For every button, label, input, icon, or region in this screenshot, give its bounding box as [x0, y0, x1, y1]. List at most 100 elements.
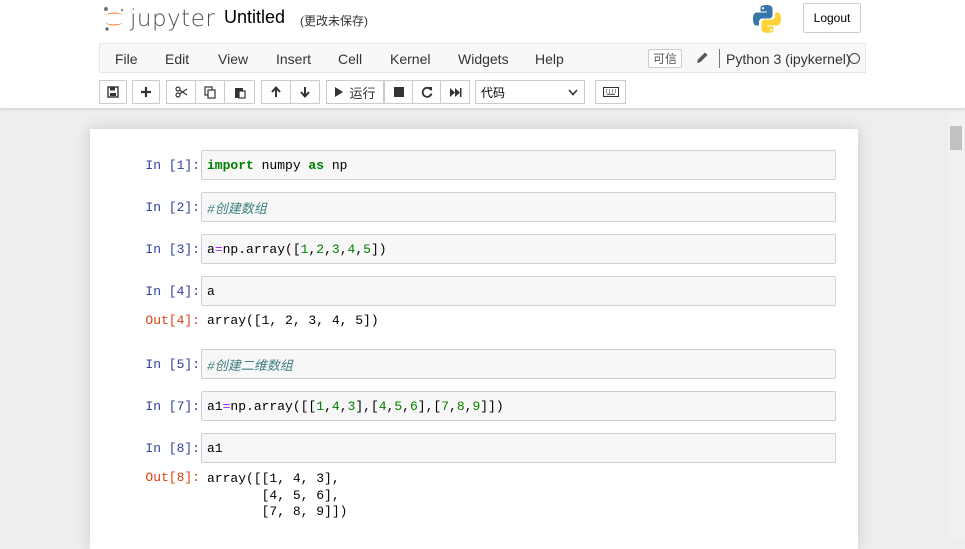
- move-down-button[interactable]: [290, 80, 320, 104]
- code-token: #创建数组: [207, 201, 267, 217]
- restart-run-all-button[interactable]: [440, 80, 470, 104]
- run-button[interactable]: 运行: [326, 80, 384, 104]
- code-token: a1: [207, 440, 223, 456]
- code-token: ]]): [480, 398, 504, 414]
- stop-icon: [393, 87, 404, 97]
- code-cell-input[interactable]: import numpy as np: [201, 150, 836, 180]
- code-token: 4: [347, 241, 356, 257]
- copy-icon: [204, 85, 216, 99]
- code-token: np: [324, 157, 348, 173]
- code-token: 1: [300, 241, 309, 257]
- input-prompt: In [2]:: [145, 200, 200, 215]
- code-token: 3: [347, 398, 356, 414]
- keyboard-icon: [602, 87, 619, 97]
- cut-icon: [174, 86, 187, 98]
- code-token: ]): [370, 241, 387, 257]
- input-prompt: In [1]:: [145, 158, 200, 173]
- insert-cell-button[interactable]: [132, 80, 160, 104]
- menu-widgets[interactable]: Widgets: [458, 51, 509, 67]
- code-token: ],[: [417, 398, 442, 414]
- fast-forward-icon: [449, 87, 461, 97]
- input-prompt: In [4]:: [145, 284, 200, 299]
- code-token: ,: [324, 241, 332, 257]
- code-token: 9: [472, 398, 481, 414]
- code-token: ,: [308, 241, 317, 257]
- restart-button[interactable]: [412, 80, 441, 104]
- code-token: np.array([[: [230, 398, 317, 414]
- output-prompt: Out[8]:: [145, 470, 200, 485]
- input-prompt: In [5]:: [145, 357, 200, 372]
- scrollbar-thumb[interactable]: [950, 126, 962, 150]
- menu-file[interactable]: File: [115, 51, 138, 67]
- code-cell-input[interactable]: #创建二维数组: [201, 349, 836, 379]
- chevron-down-icon: [568, 89, 578, 96]
- code-token: 5: [394, 398, 403, 414]
- paste-icon: [234, 87, 246, 99]
- input-prompt: In [8]:: [145, 441, 200, 456]
- menu-edit[interactable]: Edit: [165, 51, 189, 67]
- menu-kernel[interactable]: Kernel: [390, 51, 430, 67]
- menu-help[interactable]: Help: [535, 51, 564, 67]
- notebook-name[interactable]: Untitled: [224, 7, 285, 28]
- code-token: =: [214, 241, 223, 257]
- code-token: np.array([: [222, 241, 301, 257]
- code-token: 4: [378, 398, 387, 414]
- trusted-indicator[interactable]: 可信: [648, 49, 682, 68]
- code-token: 5: [363, 241, 371, 257]
- code-token: 6: [409, 398, 418, 414]
- code-token: a1: [207, 398, 223, 414]
- cell-type-select[interactable]: 代码: [475, 80, 585, 104]
- logout-button[interactable]: Logout: [803, 3, 861, 33]
- menu-insert[interactable]: Insert: [276, 51, 311, 67]
- kernel-status-icon: [849, 53, 860, 64]
- run-label: 运行: [349, 85, 376, 101]
- kernel-name[interactable]: Python 3 (ipykernel): [726, 51, 851, 67]
- code-token: ,: [339, 241, 348, 257]
- jupyter-logo-icon: [104, 7, 124, 31]
- code-token: 1: [316, 398, 325, 414]
- cell-output: array([[1, 4, 3], [4, 5, 6], [7, 8, 9]]): [207, 471, 348, 519]
- code-token: 4: [331, 398, 340, 414]
- code-token: 3: [331, 241, 340, 257]
- cut-button[interactable]: [166, 80, 196, 104]
- code-token: ,: [355, 241, 364, 257]
- command-palette-button[interactable]: [595, 80, 626, 104]
- restart-icon: [421, 86, 432, 98]
- output-prompt: Out[4]:: [145, 313, 200, 328]
- code-token: ,: [339, 398, 348, 414]
- code-token: ],[: [355, 398, 379, 414]
- pencil-icon[interactable]: [694, 50, 710, 66]
- save-button[interactable]: [99, 80, 127, 104]
- menu-view[interactable]: View: [218, 51, 248, 67]
- page-scrollbar[interactable]: [948, 112, 965, 540]
- interrupt-button[interactable]: [384, 80, 413, 104]
- code-token: ,: [324, 398, 332, 414]
- menubar: File Edit View Insert Cell Kernel Widget…: [99, 43, 866, 73]
- copy-button[interactable]: [195, 80, 225, 104]
- move-up-button[interactable]: [261, 80, 291, 104]
- paste-button[interactable]: [224, 80, 255, 104]
- code-token: a: [207, 283, 215, 299]
- arrow-up-icon: [271, 86, 281, 97]
- code-token: as: [308, 157, 325, 173]
- arrow-down-icon: [300, 87, 310, 98]
- code-cell-input[interactable]: a1 = np.array([[1, 4, 3],[4, 5, 6],[7, 8, 9]]): [201, 391, 836, 421]
- menu-cell[interactable]: Cell: [338, 51, 362, 67]
- code-token: 2: [316, 241, 325, 257]
- kernel-divider: [719, 49, 720, 68]
- play-icon: [335, 87, 344, 97]
- code-token: ,: [449, 398, 457, 414]
- code-cell-input[interactable]: a1: [201, 433, 836, 463]
- code-token: 7: [441, 398, 449, 414]
- code-cell-input[interactable]: a = np.array([1, 2, 3, 4, 5]): [201, 234, 836, 264]
- python-logo-icon: [753, 5, 781, 33]
- jupyter-logo[interactable]: jupyter: [102, 4, 215, 34]
- logo-text: jupyter: [130, 6, 216, 32]
- code-cell-input[interactable]: a: [201, 276, 836, 306]
- code-token: ,: [386, 398, 395, 414]
- code-cell-input[interactable]: #创建数组: [201, 192, 836, 222]
- save-icon: [107, 86, 119, 98]
- cell-output: array([1, 2, 3, 4, 5]): [207, 313, 379, 328]
- code-token: 8: [456, 398, 465, 414]
- cell-type-value: 代码: [481, 85, 506, 100]
